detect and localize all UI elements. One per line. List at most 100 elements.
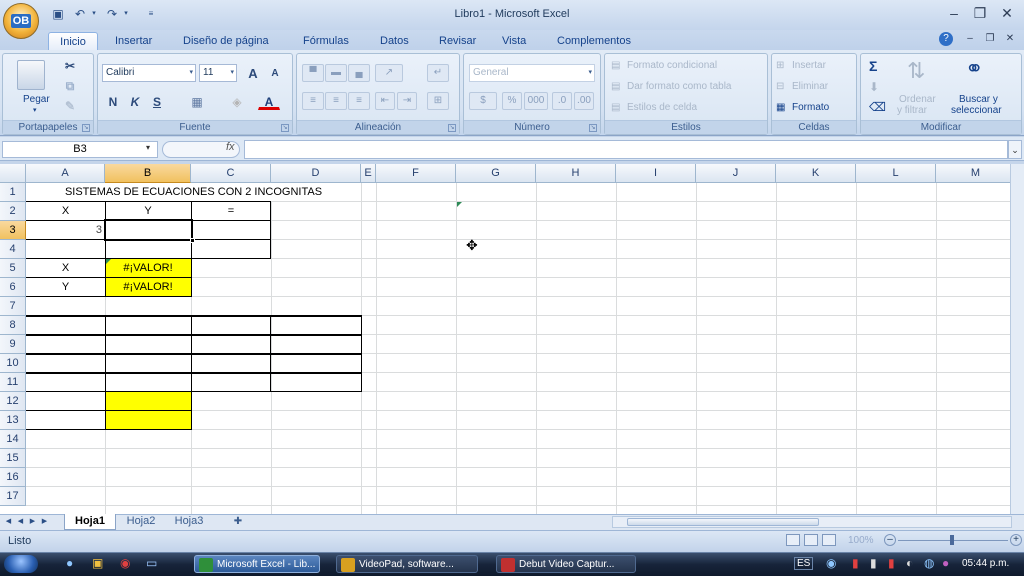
zoom-thumb[interactable] (950, 535, 954, 545)
format-painter-icon[interactable]: ✎ (59, 96, 81, 114)
grow-font-icon[interactable]: A (242, 64, 264, 82)
clipboard-launcher-icon[interactable]: ↘ (82, 124, 90, 132)
zoom-level[interactable]: 100% (848, 535, 874, 546)
new-sheet-icon[interactable]: ✚ (228, 514, 248, 530)
vertical-scrollbar[interactable] (1010, 164, 1024, 514)
sort-filter-label-2[interactable]: y filtrar (897, 105, 927, 116)
col-header-e[interactable]: E (361, 164, 376, 183)
col-header-l[interactable]: L (856, 164, 936, 183)
insert-function-icon[interactable]: fx (226, 141, 235, 153)
row-header-9[interactable]: 9 (0, 335, 26, 354)
wrap-text-icon[interactable]: ↵ (427, 64, 449, 82)
format-cells-button[interactable]: Formato (792, 102, 829, 113)
thousands-button[interactable]: 000 (524, 92, 548, 110)
row-header-15[interactable]: 15 (0, 449, 26, 468)
align-right-icon[interactable]: ≡ (348, 92, 370, 110)
row-header-7[interactable]: 7 (0, 297, 26, 316)
cell-b5[interactable]: #¡VALOR! (105, 259, 191, 278)
col-header-k[interactable]: K (776, 164, 856, 183)
row-header-17[interactable]: 17 (0, 487, 26, 506)
align-center-icon[interactable]: ≡ (325, 92, 347, 110)
row-header-13[interactable]: 13 (0, 411, 26, 430)
normal-view-icon[interactable] (786, 534, 800, 546)
page-break-icon[interactable] (822, 534, 836, 546)
sheet-tab-hoja2[interactable]: Hoja2 (118, 514, 164, 530)
next-sheet-icon[interactable]: ▶ (27, 516, 38, 528)
borders-icon[interactable]: ▦ (186, 92, 208, 110)
firefox-icon[interactable]: ● (66, 556, 73, 570)
sheet-tab-hoja1[interactable]: Hoja1 (64, 514, 116, 530)
tab-vista[interactable]: Vista (500, 32, 528, 50)
sheet-tab-hoja3[interactable]: Hoja3 (166, 514, 212, 530)
cell-a5[interactable]: X (26, 259, 105, 278)
tray-icon[interactable]: ▮ (888, 556, 895, 570)
alignment-launcher-icon[interactable]: ↘ (448, 124, 456, 132)
copy-icon[interactable]: ⧉ (59, 76, 81, 94)
tab-inicio[interactable]: Inicio (48, 32, 98, 50)
insert-cells-button[interactable]: Insertar (792, 60, 826, 71)
name-box[interactable]: B3 (2, 141, 158, 158)
language-indicator[interactable]: ES (794, 557, 814, 570)
prev-sheet-icon[interactable]: ◀ (15, 516, 26, 528)
italic-button[interactable]: K (124, 92, 146, 110)
row-header-2[interactable]: 2 (0, 202, 26, 221)
delete-cells-button[interactable]: Eliminar (792, 81, 828, 92)
find-select-label[interactable]: Buscar y (959, 94, 998, 105)
shrink-font-icon[interactable]: A (264, 64, 286, 82)
increase-indent-icon[interactable]: ⇥ (397, 92, 417, 110)
chrome-icon[interactable]: ◉ (120, 556, 130, 570)
row-header-1[interactable]: 1 (0, 183, 26, 202)
tray-icon[interactable]: ▮ (852, 556, 859, 570)
table-format-button[interactable]: Dar formato como tabla (627, 81, 732, 92)
cell-a1-title[interactable]: SISTEMAS DE ECUACIONES CON 2 INCOGNITAS (26, 183, 361, 202)
zoom-in-icon[interactable]: + (1010, 534, 1022, 546)
font-name-combo[interactable]: Calibri ▾ (102, 64, 196, 82)
tab-datos[interactable]: Datos (378, 32, 411, 50)
col-header-j[interactable]: J (696, 164, 776, 183)
taskbar-item-videopad[interactable]: VideoPad, software... (336, 555, 478, 573)
col-header-d[interactable]: D (271, 164, 361, 183)
col-header-f[interactable]: F (376, 164, 456, 183)
align-left-icon[interactable]: ≡ (302, 92, 324, 110)
select-all-corner[interactable] (0, 164, 26, 183)
cell-b6[interactable]: #¡VALOR! (105, 278, 191, 297)
decrease-indent-icon[interactable]: ⇤ (375, 92, 395, 110)
col-header-m[interactable]: M (936, 164, 1010, 183)
col-header-h[interactable]: H (536, 164, 616, 183)
cell-a3[interactable]: 3 (26, 221, 102, 240)
number-format-combo[interactable]: General ▾ (469, 64, 595, 82)
conditional-format-button[interactable]: Formato condicional (627, 60, 717, 71)
ribbon-restore-icon[interactable]: ❐ (983, 32, 997, 46)
row-header-5[interactable]: 5 (0, 259, 26, 278)
merge-cells-icon[interactable]: ⊞ (427, 92, 449, 110)
underline-button[interactable]: S (146, 92, 168, 110)
fill-icon[interactable]: ⬇ (869, 80, 879, 94)
clear-icon[interactable]: ⌫ (869, 100, 886, 114)
font-size-combo[interactable]: 11 ▾ (199, 64, 237, 82)
tab-complementos[interactable]: Complementos (555, 32, 633, 50)
autosum-icon[interactable]: Σ (869, 58, 877, 74)
decrease-decimal-icon[interactable]: .00 (574, 92, 594, 110)
horizontal-scroll-thumb[interactable] (627, 518, 819, 526)
cut-icon[interactable]: ✂ (59, 56, 81, 74)
start-button[interactable] (4, 555, 38, 573)
help-icon[interactable]: ? (939, 32, 953, 46)
sort-filter-label[interactable]: Ordenar (899, 94, 936, 105)
fill-handle[interactable] (190, 238, 195, 243)
tab-insertar[interactable]: Insertar (113, 32, 154, 50)
row-header-16[interactable]: 16 (0, 468, 26, 487)
expand-formula-bar-icon[interactable]: ⌄ (1008, 140, 1022, 159)
first-sheet-icon[interactable]: ◀ (3, 516, 14, 528)
font-color-icon[interactable]: A (258, 92, 280, 110)
desktop-icon[interactable]: ▭ (146, 556, 157, 570)
currency-icon[interactable]: $ (469, 92, 497, 110)
row-header-4[interactable]: 4 (0, 240, 26, 259)
increase-decimal-icon[interactable]: .0 (552, 92, 572, 110)
worksheet-grid[interactable]: A B C D E F G H I J K L M 1 2 3 4 5 6 7 … (0, 164, 1010, 514)
paste-dropdown-icon[interactable]: ▾ (33, 106, 37, 114)
orientation-icon[interactable]: ↗ (375, 64, 403, 82)
col-header-b[interactable]: B (105, 164, 191, 183)
explorer-icon[interactable]: ▣ (92, 556, 103, 570)
col-header-c[interactable]: C (191, 164, 271, 183)
cell-styles-button[interactable]: Estilos de celda (627, 102, 697, 113)
